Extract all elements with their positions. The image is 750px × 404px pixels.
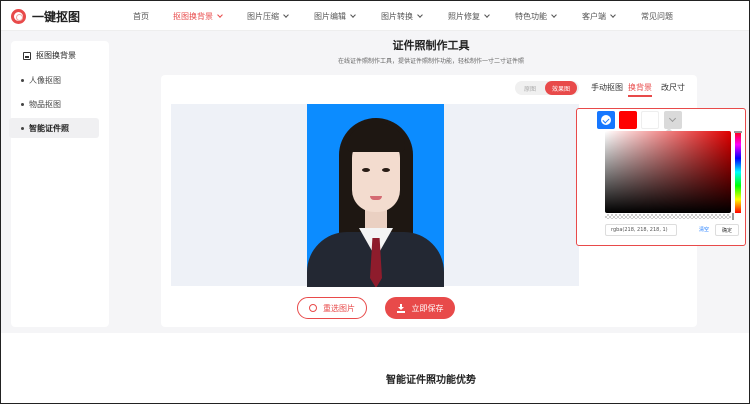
nav-item-faq[interactable]: 常见问题 bbox=[641, 11, 681, 22]
sidebar-title: 抠图换背景 bbox=[23, 50, 76, 61]
page-subtitle: 在线证件照制作工具，提供证件照制作功能，轻松制作一寸二寸证件照 bbox=[337, 58, 524, 65]
color-value-input[interactable]: rgba(218, 218, 218, 1) bbox=[605, 224, 677, 236]
sidebar-item-id-photo[interactable]: 智能证件照 bbox=[9, 118, 99, 138]
chevron-down-icon bbox=[484, 11, 490, 18]
clear-button[interactable]: 清空 bbox=[699, 226, 709, 233]
swatch-white[interactable] bbox=[641, 111, 659, 129]
sidebar-item-object[interactable]: 物品抠图 bbox=[9, 94, 99, 114]
main-nav: 首页 抠图换背景 图片压缩 图片编辑 图片转换 照片修复 特色功能 客户端 常见… bbox=[133, 1, 681, 31]
image-icon bbox=[23, 51, 31, 60]
nav-item-convert[interactable]: 图片转换 bbox=[381, 11, 448, 22]
chevron-down-icon bbox=[283, 11, 289, 18]
reselect-label: 重选图片 bbox=[323, 303, 355, 313]
nav-item-home[interactable]: 首页 bbox=[133, 11, 173, 22]
brand-name: 一键抠图 bbox=[32, 10, 81, 24]
photo-eye bbox=[362, 168, 370, 172]
chevron-down-icon bbox=[350, 11, 356, 18]
reselect-image-button[interactable]: 重选图片 bbox=[297, 297, 367, 319]
tab-resize[interactable]: 改尺寸 bbox=[661, 82, 685, 93]
alpha-slider[interactable] bbox=[605, 214, 731, 219]
top-navbar: 一键抠图 首页 抠图换背景 图片压缩 图片编辑 图片转换 照片修复 特色功能 客… bbox=[1, 1, 749, 31]
sidebar-title-label: 抠图换背景 bbox=[36, 51, 76, 60]
page-title: 证件照制作工具 bbox=[392, 39, 470, 52]
hue-slider[interactable] bbox=[735, 131, 741, 213]
swatch-blue[interactable] bbox=[597, 111, 615, 129]
logo[interactable]: 一键抠图 bbox=[11, 8, 80, 25]
photo-eye bbox=[382, 168, 390, 172]
id-photo-preview bbox=[307, 104, 444, 287]
check-icon bbox=[601, 115, 611, 125]
chevron-down-icon bbox=[551, 11, 557, 18]
chevron-down-icon bbox=[217, 11, 223, 18]
photo-bangs bbox=[347, 124, 405, 152]
chevron-down-icon bbox=[417, 11, 423, 18]
save-label: 立即保存 bbox=[411, 303, 444, 313]
saturation-area[interactable] bbox=[605, 131, 731, 213]
toggle-original[interactable]: 原图 bbox=[515, 84, 545, 93]
alpha-slider-thumb[interactable] bbox=[732, 213, 734, 220]
confirm-button[interactable]: 确定 bbox=[715, 224, 739, 236]
swatch-red[interactable] bbox=[619, 111, 637, 129]
save-button[interactable]: 立即保存 bbox=[385, 297, 455, 319]
nav-item-client[interactable]: 客户端 bbox=[582, 11, 641, 22]
chevron-down-icon bbox=[610, 11, 616, 18]
nav-item-repair[interactable]: 照片修复 bbox=[448, 11, 515, 22]
nav-item-compress[interactable]: 图片压缩 bbox=[247, 11, 314, 22]
swatch-custom[interactable] bbox=[664, 111, 682, 129]
hue-slider-thumb[interactable] bbox=[734, 131, 742, 133]
section-heading: 智能证件照功能优势 bbox=[386, 375, 476, 386]
nav-item-edit[interactable]: 图片编辑 bbox=[314, 11, 381, 22]
tab-manual-cutout[interactable]: 手动抠图 bbox=[591, 82, 623, 93]
download-icon bbox=[396, 303, 406, 313]
logo-icon bbox=[11, 9, 26, 24]
nav-item-features[interactable]: 特色功能 bbox=[515, 11, 582, 22]
refresh-icon bbox=[309, 304, 317, 312]
toggle-result[interactable]: 效果图 bbox=[545, 81, 577, 95]
tab-change-background[interactable]: 换背景 bbox=[628, 82, 652, 97]
chevron-down-icon bbox=[668, 114, 677, 123]
nav-item-cutout[interactable]: 抠图换背景 bbox=[173, 11, 247, 22]
sidebar-item-portrait[interactable]: 人像抠图 bbox=[9, 70, 99, 90]
view-toggle[interactable]: 原图 效果图 bbox=[515, 81, 579, 95]
